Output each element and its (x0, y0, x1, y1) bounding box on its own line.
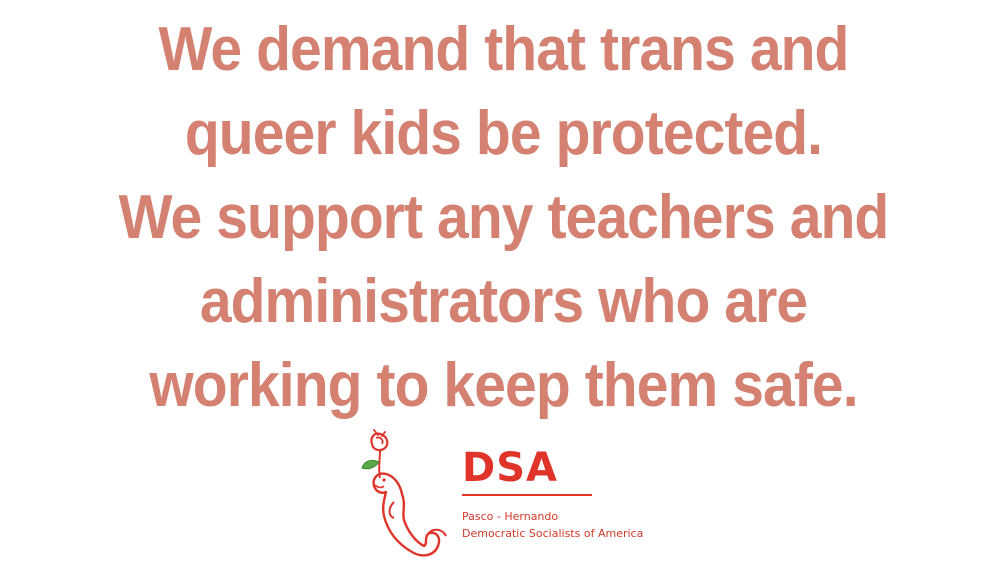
logo-divider (462, 494, 592, 496)
logo-chapter: Pasco - Hernando (462, 510, 559, 523)
statement-line-3: We support any teachers and (118, 183, 890, 252)
logo-organization: Democratic Socialists of America (462, 527, 644, 540)
statement-line-2: queer kids be protected. (184, 99, 823, 168)
rose-manatee-icon (361, 429, 447, 557)
statement-line-5: working to keep them safe. (149, 351, 858, 420)
statement-line-4: administrators who are (199, 267, 808, 336)
dsa-logo: DSA Pasco - Hernando Democratic Socialis… (358, 428, 648, 560)
logo-title: DSA (462, 445, 558, 491)
statement-line-1: We demand that trans and (158, 15, 850, 84)
statement-text: We demand that trans and queer kids be p… (40, 8, 966, 428)
